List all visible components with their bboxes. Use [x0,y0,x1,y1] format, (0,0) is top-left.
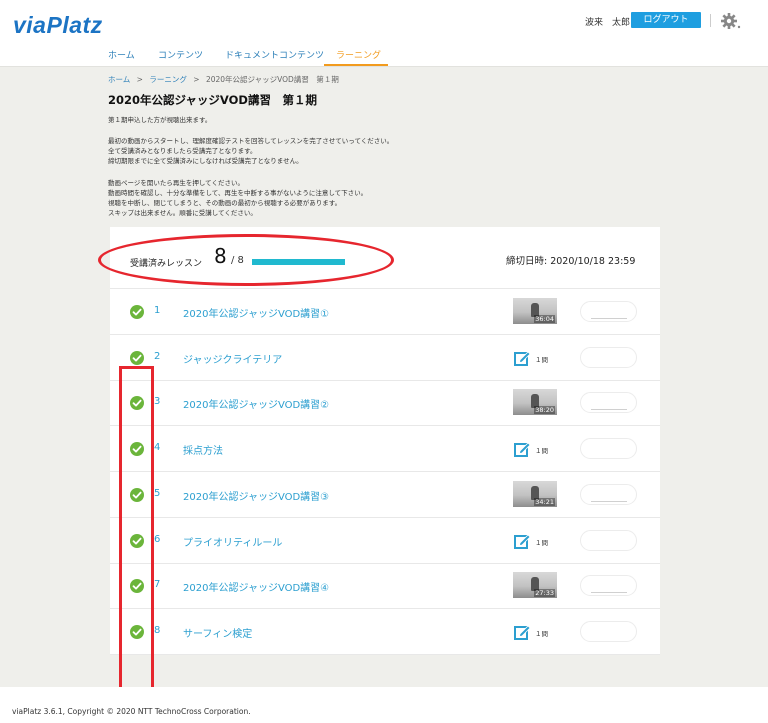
description-line: 第１期申込した方が視聴出来ます。 [108,116,212,124]
completed-check-icon [130,579,144,594]
progress-bar-fill [252,259,345,265]
quiz-edit-icon [514,442,531,458]
video-duration: 36:04 [534,315,555,323]
lesson-row: 7 2020年公認ジャッジVOD講習④ 27:33 [110,564,660,610]
lesson-row: 4 採点方法 １問 [110,427,660,473]
lesson-number: 5 [154,487,161,499]
lesson-title-link[interactable]: プライオリティルール [183,534,282,549]
breadcrumb-separator: > [136,75,143,84]
lesson-row: 5 2020年公認ジャッジVOD講習③ 34:21 [110,473,660,518]
completed-count: 8 [214,244,227,268]
nav-active-indicator [324,64,388,66]
video-duration: 38:20 [534,406,555,415]
completed-lessons-label: 受講済みレッスン [130,259,203,269]
lesson-status-button[interactable] [580,529,637,551]
lesson-number: 3 [154,396,161,408]
nav-document-contents[interactable]: ドキュメントコンテンツ [225,48,324,61]
lesson-card: 受講済みレッスン 8 / 8 締切日時: 2020/10/18 23:59 1 2… [98,227,660,655]
question-count: １問 [535,447,548,456]
lesson-title-link[interactable]: 2020年公認ジャッジVOD講習④ [183,579,329,594]
completed-check-icon [130,624,144,639]
header-divider [710,14,711,27]
quiz-edit-icon [514,625,531,640]
page-title: 2020年公認ジャッジVOD講習 第１期 [108,93,317,107]
copyright: viaPlatz 3.6.1, Copyright © 2020 NTT Tec… [12,707,251,716]
description-line: 動画時間を確認し、十分な準備をして、再生を中断する事がないように注意して下さい。 [108,189,368,197]
logo[interactable]: viaPlatz [13,12,103,39]
lesson-status-button[interactable] [580,483,637,505]
description-line: 視聴を中断し、閉じてしまうと、その動画の最初から視聴する必要があります。 [108,199,342,207]
quiz-edit-icon [514,533,531,549]
question-count: １問 [535,629,548,638]
lesson-title-link[interactable]: 2020年公認ジャッジVOD講習② [183,396,329,411]
footer: viaPlatz 3.6.1, Copyright © 2020 NTT Tec… [0,687,768,723]
completed-check-icon [130,350,144,365]
progress-bar [252,259,345,265]
lesson-row: 1 2020年公認ジャッジVOD講習① 36:04 [110,290,660,335]
lesson-title-link[interactable]: サーフィン検定 [183,625,252,640]
lesson-number: 2 [154,350,161,362]
deadline: 締切日時: 2020/10/18 23:59 [506,256,636,267]
completed-check-icon [130,396,144,411]
completed-check-icon [130,487,144,502]
lesson-title-link[interactable]: 採点方法 [183,442,223,457]
lesson-row: 3 2020年公認ジャッジVOD講習② 38:20 [110,381,660,427]
lesson-title-link[interactable]: ジャッジクライテリア [183,351,282,366]
video-thumbnail[interactable]: 36:04 [513,298,557,324]
main-content: ホーム > ラーニング > 2020年公認ジャッジVOD講習 第１期 2020年… [0,67,768,711]
completed-check-icon [130,305,144,319]
completed-check-icon [130,533,144,548]
lesson-number: 1 [154,305,161,316]
lesson-row: 2 ジャッジクライテリア １問 [110,336,660,381]
breadcrumb: ホーム > ラーニング > 2020年公認ジャッジVOD講習 第１期 [108,74,339,85]
description-line: スキップは出来ません。順番に受講してください。 [108,209,257,217]
breadcrumb-learning[interactable]: ラーニング [149,75,187,84]
user-name: 波来 太郎 [585,18,631,28]
progress-summary: 受講済みレッスン 8 / 8 締切日時: 2020/10/18 23:59 [98,227,660,289]
nav-home[interactable]: ホーム [108,48,135,61]
lesson-title-link[interactable]: 2020年公認ジャッジVOD講習③ [183,488,329,503]
lesson-status-button[interactable] [580,392,637,414]
lesson-status-button[interactable] [580,438,637,460]
nav-learning[interactable]: ラーニング [336,48,381,61]
video-duration: 34:21 [534,497,555,506]
breadcrumb-current: 2020年公認ジャッジVOD講習 第１期 [205,75,339,84]
lesson-title-link[interactable]: 2020年公認ジャッジVOD講習① [183,305,329,320]
gear-icon[interactable] [720,11,742,31]
lesson-row: 8 サーフィン検定 １問 [110,610,660,655]
question-count: １問 [535,538,548,547]
description-line: 動画ページを開いたら再生を押してください。 [108,179,244,187]
total-count: / 8 [231,255,244,266]
lesson-number: 8 [154,624,161,636]
video-thumbnail[interactable]: 27:33 [513,572,557,599]
video-duration: 27:33 [534,589,555,598]
lesson-number: 6 [154,533,161,545]
quiz-edit-icon [514,351,531,366]
completed-check-icon [130,442,144,457]
lesson-status-button[interactable] [580,346,637,368]
app-header: viaPlatz 波来 太郎 ログアウト [0,0,768,42]
video-thumbnail[interactable]: 38:20 [513,389,557,416]
nav-contents[interactable]: コンテンツ [158,48,203,61]
description-line: 全て受講済みとなりましたら受講完了となります。 [108,147,257,155]
description-line: 締切期限までに全て受講済みにしなければ受講完了となりません。 [108,157,303,165]
lesson-number: 7 [154,579,161,591]
breadcrumb-home[interactable]: ホーム [108,75,130,84]
lesson-status-button[interactable] [580,575,637,597]
breadcrumb-separator: > [193,75,200,84]
lesson-row: 6 プライオリティルール １問 [110,519,660,564]
lesson-number: 4 [154,442,161,454]
logout-button[interactable]: ログアウト [631,12,701,28]
lesson-status-button[interactable] [580,620,637,642]
question-count: １問 [535,355,548,364]
description-line: 最初の動画からスタートし、理解度確認テストを回答してレッスンを完了させていってく… [108,137,394,145]
main-nav: ホーム コンテンツ ドキュメントコンテンツ ラーニング [0,42,768,67]
video-thumbnail[interactable]: 34:21 [513,480,557,507]
lesson-status-button[interactable] [580,301,637,322]
